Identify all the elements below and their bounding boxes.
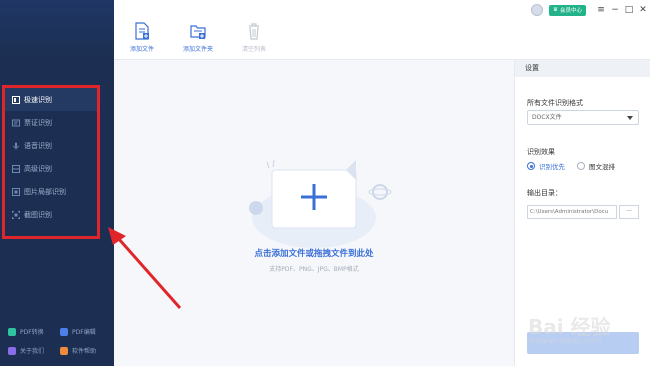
vip-icon: ♛ <box>553 7 558 13</box>
member-center-button[interactable]: ♛ 会员中心 <box>549 4 586 16</box>
settings-title: 设置 <box>515 60 650 77</box>
baidu-watermark: Bai 经验 jingyan.baidu.com <box>500 305 640 357</box>
help-icon <box>60 346 68 355</box>
add-folder-label: 添加文件夹 <box>182 46 213 53</box>
pdf-convert-icon <box>8 327 16 336</box>
sidebar: 极速识别 票证识别 语音识别 高级识别 图片局部识别 截图识别 PDF转换 PD… <box>0 0 114 366</box>
effect-option-label: 图文混排 <box>589 163 615 171</box>
clear-list-label: 清空列表 <box>241 46 266 53</box>
effect-option-mixed-layout[interactable]: 图文混排 <box>577 161 615 171</box>
radio-unselected-icon <box>577 162 585 170</box>
pdf-convert-label: PDF转换 <box>20 329 44 336</box>
drop-illustration-icon <box>249 159 392 248</box>
format-select-value: DOCX文件 <box>532 114 562 121</box>
avatar[interactable] <box>531 4 544 16</box>
pdf-edit-link[interactable]: PDF编辑 <box>60 327 112 336</box>
about-us-label: 关于我们 <box>20 348 45 355</box>
info-icon <box>8 346 16 355</box>
logo-area <box>0 0 114 60</box>
clear-list-button[interactable]: 清空列表 <box>228 22 280 53</box>
format-label: 所有文件识别格式 <box>527 99 583 107</box>
add-file-button[interactable]: 添加文件 <box>116 22 168 53</box>
output-path-field[interactable]: C:\Users\Administrator\Docu <box>527 205 617 219</box>
member-center-label: 会员中心 <box>559 8 582 14</box>
effect-option-label: 识别优先 <box>539 163 565 171</box>
output-label: 输出目录： <box>527 189 562 197</box>
maximize-icon[interactable]: □ <box>622 5 636 15</box>
menu-icon[interactable]: ≡ <box>594 5 608 15</box>
effect-option-recognition-first[interactable]: 识别优先 <box>527 161 565 171</box>
pdf-edit-label: PDF编辑 <box>72 329 96 336</box>
software-help-label: 软件帮助 <box>72 348 97 355</box>
pdf-convert-link[interactable]: PDF转换 <box>8 327 60 336</box>
pdf-edit-icon <box>60 327 68 336</box>
add-file-label: 添加文件 <box>129 46 154 53</box>
format-select[interactable]: DOCX文件 <box>527 110 639 125</box>
close-icon[interactable]: ✕ <box>636 5 650 15</box>
software-help-link[interactable]: 软件帮助 <box>60 346 112 355</box>
browse-button[interactable]: ··· <box>619 205 639 219</box>
about-us-link[interactable]: 关于我们 <box>8 346 60 355</box>
sidebar-bottom-links: PDF转换 PDF编辑 关于我们 软件帮助 <box>8 322 112 360</box>
file-drop-zone[interactable]: 点击添加文件或拖拽文件到此处 支持PDF、PNG、JPG、BMP格式 <box>114 60 514 366</box>
drop-zone-title: 点击添加文件或拖拽文件到此处 <box>254 249 374 259</box>
watermark-url: jingyan.baidu.com <box>528 336 602 345</box>
drop-zone-subtitle: 支持PDF、PNG、JPG、BMP格式 <box>269 266 359 273</box>
minimize-icon[interactable]: − <box>608 5 622 15</box>
add-folder-icon <box>190 22 206 40</box>
effect-label: 识别效果 <box>527 148 555 156</box>
add-file-icon <box>134 22 150 40</box>
radio-selected-icon <box>527 162 535 170</box>
effect-radio-group: 识别优先 图文混排 <box>527 161 627 171</box>
chevron-down-icon <box>627 116 633 120</box>
trash-icon <box>246 22 262 40</box>
annotation-highlight-box <box>2 85 100 239</box>
add-folder-button[interactable]: 添加文件夹 <box>172 22 224 53</box>
titlebar: ♛ 会员中心 ≡ − □ ✕ <box>520 0 650 20</box>
